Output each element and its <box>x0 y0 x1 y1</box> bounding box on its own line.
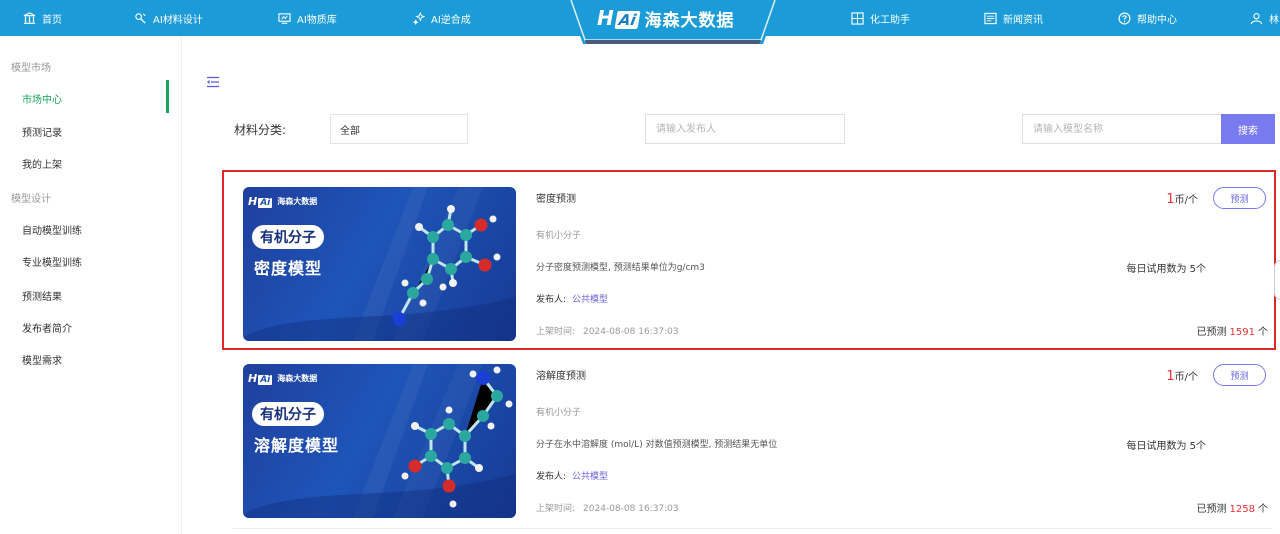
card-description: 分子在水中溶解度 (mol/L) 对数值预测模型, 预测结果无单位 <box>536 440 778 450</box>
sidebar-group-design: 模型设计 <box>11 194 51 205</box>
sidebar-item-my-listings[interactable]: 我的上架 <box>22 156 62 171</box>
card-prediction-count: 已预测 1258 个 <box>1196 504 1268 515</box>
card-publisher: 发布人: 公共模型 <box>536 295 609 305</box>
question-circle-icon <box>1118 12 1131 25</box>
nav-news-label: 新闻资讯 <box>1003 14 1043 26</box>
model-thumbnail[interactable]: H Ai 海森大数据 有机分子 密度模型 <box>243 187 516 341</box>
sidebar-item-prediction-records[interactable]: 预测记录 <box>22 124 62 139</box>
molecule-icon <box>401 366 513 508</box>
nav-ai-material-design[interactable]: AI材料设计 <box>134 0 203 36</box>
nav-ai-synthesis-label: AI逆合成 <box>431 14 471 26</box>
nav-user-label: 林 <box>1269 14 1279 26</box>
card-price: 1币/个 <box>1166 192 1198 207</box>
grid-icon <box>851 11 864 25</box>
card-listing-time: 上架时间: 2024-08-08 16:37:03 <box>536 327 679 337</box>
ai-design-icon <box>134 12 147 25</box>
sidebar-item-auto-training[interactable]: 自动模型训练 <box>22 222 82 237</box>
thumbnail-title: 溶解度模型 <box>254 436 340 455</box>
thumbnail-pill: 有机分子 <box>252 402 324 426</box>
logo-name: 海森大数据 <box>644 10 735 31</box>
sidebar-group-market: 模型市场 <box>11 63 51 74</box>
publisher-link[interactable]: 公共模型 <box>572 295 608 305</box>
card-price: 1币/个 <box>1166 369 1198 384</box>
molecule-icon <box>393 205 501 326</box>
sidebar-active-indicator <box>166 80 169 113</box>
predict-button[interactable]: 预测 <box>1213 364 1266 386</box>
nav-help-label: 帮助中心 <box>1137 14 1177 26</box>
publisher-link[interactable]: 公共模型 <box>572 472 608 482</box>
sidebar-item-prediction-results[interactable]: 预测结果 <box>22 288 62 303</box>
thumbnail-brand: H Ai 海森大数据 <box>248 372 318 385</box>
sidebar-item-market-center[interactable]: 市场中心 <box>22 91 62 106</box>
carousel-scroll-handle[interactable] <box>1274 260 1280 300</box>
card-category: 有机小分子 <box>536 408 582 418</box>
model-card[interactable]: H Ai 海森大数据 有机分子 密度模型 密度预测 有机小分子 分子密度预测模型… <box>222 170 1276 350</box>
nav-user[interactable]: 林 <box>1250 0 1279 36</box>
thumbnail-title: 密度模型 <box>254 259 323 278</box>
sidebar-item-publisher-profile[interactable]: 发布者简介 <box>22 320 72 335</box>
model-card[interactable]: H Ai 海森大数据 有机分子 溶解度模型 溶解度预测 有机小分子 分子在水中溶… <box>224 355 1274 531</box>
user-icon <box>1250 12 1263 25</box>
card-title[interactable]: 密度预测 <box>536 190 576 205</box>
search-button[interactable]: 搜索 <box>1221 114 1275 144</box>
card-prediction-count: 已预测 1591 个 <box>1196 327 1268 338</box>
nav-news[interactable]: 新闻资讯 <box>984 0 1043 36</box>
nav-chem-helper[interactable]: 化工助手 <box>851 0 910 36</box>
nav-home-label: 首页 <box>42 14 62 26</box>
card-daily-trial: 每日试用数为 5个 <box>1126 441 1206 452</box>
collapse-menu-icon[interactable] <box>206 73 220 88</box>
model-thumbnail[interactable]: H Ai 海森大数据 有机分子 溶解度模型 <box>243 364 516 518</box>
card-title[interactable]: 溶解度预测 <box>536 367 586 382</box>
bank-icon <box>23 11 36 25</box>
monitor-icon <box>278 12 291 25</box>
thumbnail-pill: 有机分子 <box>252 225 324 249</box>
sparkle-icon <box>412 11 425 25</box>
model-name-input[interactable] <box>1022 114 1222 144</box>
card-category: 有机小分子 <box>536 231 582 241</box>
nav-chem-helper-label: 化工助手 <box>870 14 910 26</box>
nav-ai-material-design-label: AI材料设计 <box>153 14 203 26</box>
brand-logo[interactable]: H Ai 海森大数据 <box>567 0 779 44</box>
newspaper-icon <box>984 12 997 25</box>
publisher-input[interactable] <box>645 114 845 144</box>
thumbnail-brand: H Ai 海森大数据 <box>248 195 318 208</box>
sidebar-item-pro-training[interactable]: 专业模型训练 <box>22 254 82 269</box>
card-daily-trial: 每日试用数为 5个 <box>1126 264 1206 275</box>
card-description: 分子密度预测模型, 预测结果单位为g/cm3 <box>536 263 705 273</box>
predict-button[interactable]: 预测 <box>1213 187 1266 209</box>
nav-ai-synthesis[interactable]: AI逆合成 <box>412 0 471 36</box>
sidebar: 模型市场 市场中心 预测记录 我的上架 模型设计 自动模型训练 专业模型训练 预… <box>0 36 182 534</box>
nav-ai-library[interactable]: AI物质库 <box>278 0 337 36</box>
card-listing-time: 上架时间: 2024-08-08 16:37:03 <box>536 504 679 514</box>
nav-help[interactable]: 帮助中心 <box>1118 0 1177 36</box>
material-category-label: 材料分类: <box>234 123 287 137</box>
card-publisher: 发布人: 公共模型 <box>536 472 609 482</box>
nav-ai-library-label: AI物质库 <box>297 14 337 26</box>
sidebar-item-model-demand[interactable]: 模型需求 <box>22 352 62 367</box>
material-category-select[interactable]: 全部 <box>330 114 468 144</box>
logo-mark: H Ai <box>597 6 641 30</box>
card-divider <box>233 528 1273 529</box>
nav-home[interactable]: 首页 <box>23 0 62 36</box>
